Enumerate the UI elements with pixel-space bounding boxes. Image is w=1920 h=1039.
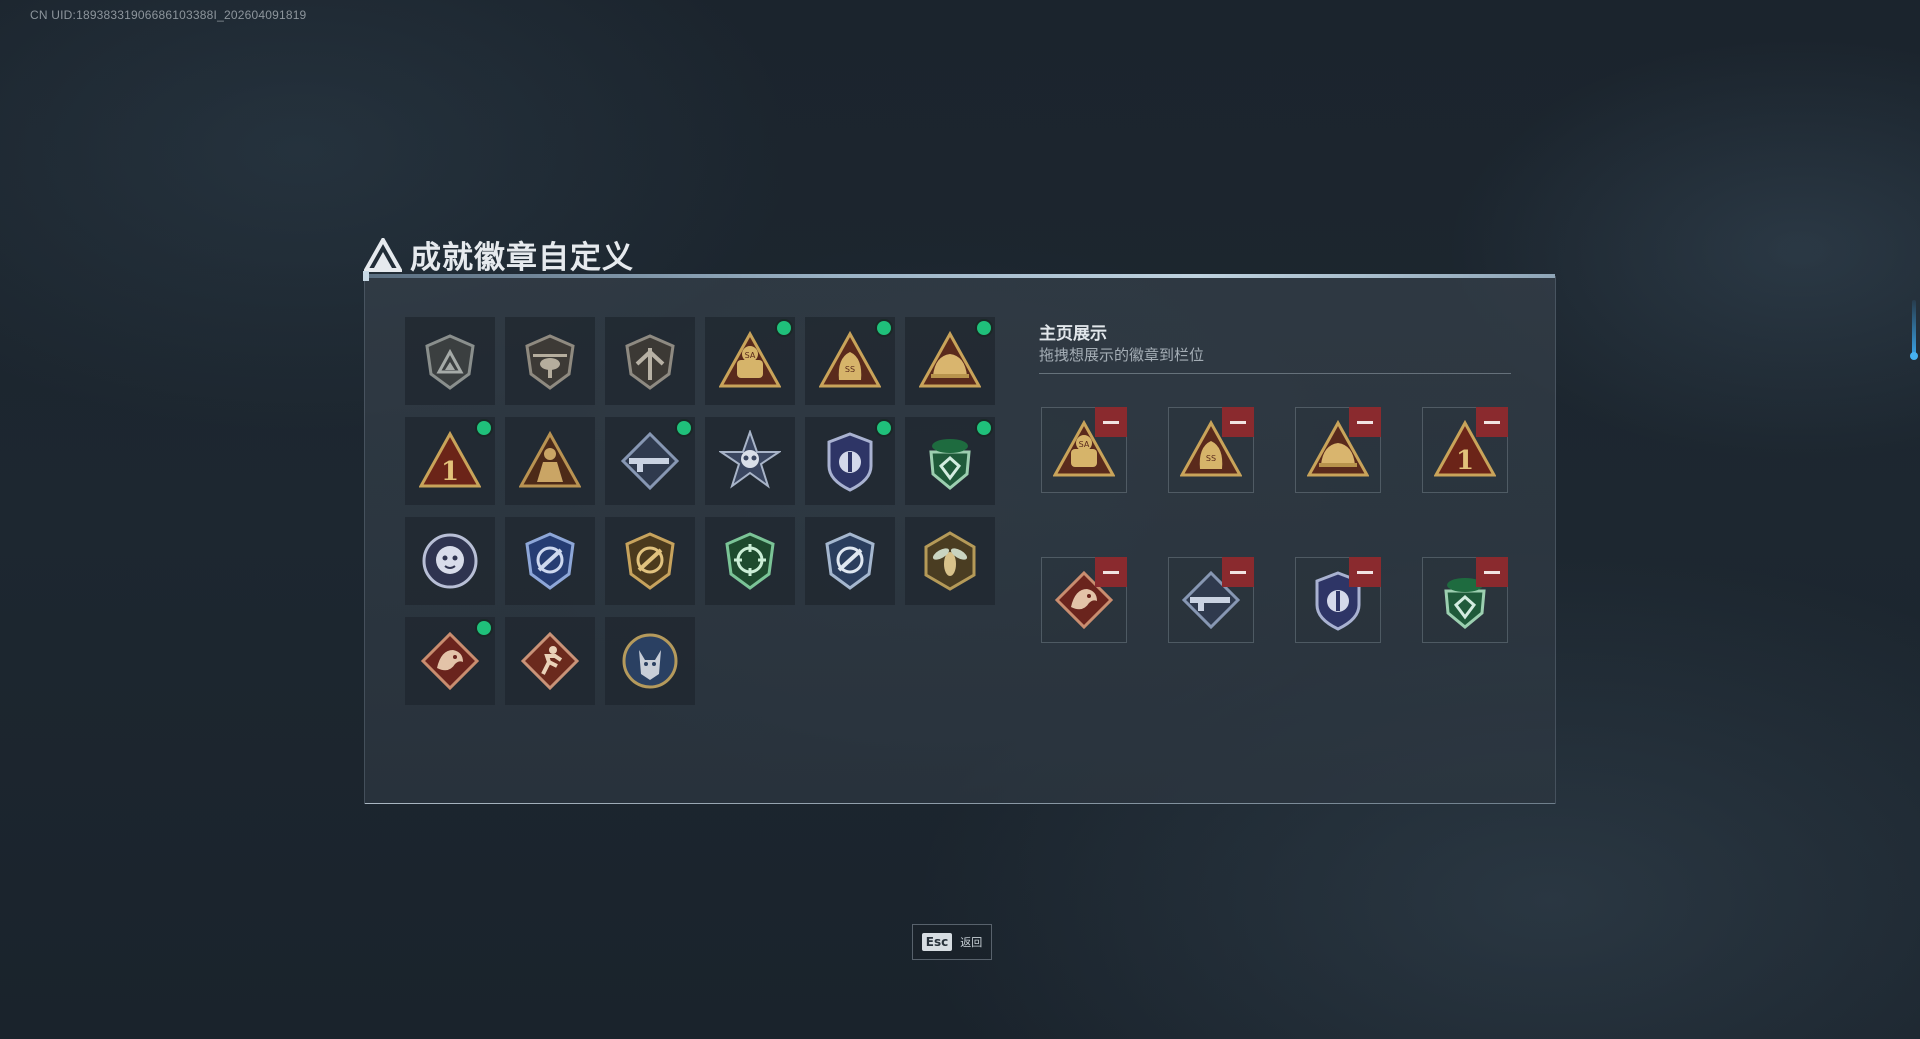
new-indicator-dot bbox=[677, 421, 691, 435]
new-indicator-dot bbox=[877, 321, 891, 335]
panel-bottom-line bbox=[365, 803, 1555, 804]
skull-star-badge-icon bbox=[719, 430, 781, 489]
showcase-slot-grid: SA SS 1 bbox=[1041, 407, 1508, 643]
badge-slot[interactable] bbox=[405, 317, 495, 405]
shield-triangle-emblem-icon bbox=[425, 334, 475, 390]
badge-slot[interactable] bbox=[505, 617, 595, 705]
showcase-slot[interactable]: 1 bbox=[1422, 407, 1508, 493]
new-indicator-dot bbox=[477, 421, 491, 435]
uid-label: CN UID:18938331906686103388I_20260409181… bbox=[30, 8, 307, 22]
badge-slot[interactable] bbox=[605, 617, 695, 705]
showcase-slot[interactable] bbox=[1422, 557, 1508, 643]
shield-helicopter-emblem-icon bbox=[525, 334, 575, 390]
helmet-triangle-badge-icon bbox=[919, 330, 981, 388]
svg-text:1: 1 bbox=[441, 457, 459, 487]
remove-badge-button[interactable] bbox=[1095, 557, 1127, 587]
esc-key-icon: Esc bbox=[921, 933, 953, 951]
showcase-divider bbox=[1039, 373, 1511, 374]
new-indicator-dot bbox=[777, 321, 791, 335]
badge-slot[interactable] bbox=[805, 417, 895, 505]
crosshair-silver-shield-icon bbox=[825, 532, 875, 590]
shield-winged-emblem-icon bbox=[625, 334, 675, 390]
showcase-subtitle: 拖拽想展示的徽章到栏位 bbox=[1039, 346, 1205, 364]
badge-slot[interactable] bbox=[905, 517, 995, 605]
wolf-circle-badge-icon bbox=[622, 633, 678, 689]
showcase-slot[interactable] bbox=[1295, 407, 1381, 493]
badge-slot[interactable] bbox=[705, 417, 795, 505]
crosshair-blue-shield-icon bbox=[525, 532, 575, 590]
wasp-hexagon-badge-icon bbox=[924, 531, 976, 591]
badge-slot[interactable] bbox=[905, 417, 995, 505]
dragon-diamond-badge-icon bbox=[420, 631, 480, 691]
crosshair-gold-shield-icon bbox=[625, 532, 675, 590]
badge-slot[interactable] bbox=[505, 517, 595, 605]
new-indicator-dot bbox=[977, 321, 991, 335]
minus-icon bbox=[1230, 420, 1246, 424]
badge-slot[interactable] bbox=[605, 317, 695, 405]
showcase-slot[interactable] bbox=[1168, 557, 1254, 643]
sa-bag-triangle-badge-icon: SA bbox=[719, 330, 781, 388]
soldier-triangle-badge-icon bbox=[519, 430, 581, 488]
remove-badge-button[interactable] bbox=[1222, 557, 1254, 587]
rifle-diamond-badge-icon bbox=[620, 431, 680, 491]
minus-icon bbox=[1357, 570, 1373, 574]
new-indicator-dot bbox=[977, 421, 991, 435]
badge-slot[interactable]: 1 bbox=[405, 417, 495, 505]
minus-icon bbox=[1230, 570, 1246, 574]
badge-panel: SA SS 1 主页展示 拖拽想展示的徽章到栏位 SA SS 1 bbox=[363, 271, 1556, 804]
showcase-slot[interactable]: SS bbox=[1168, 407, 1254, 493]
runner-diamond-badge-icon bbox=[520, 631, 580, 691]
page-header: 成就徽章自定义 bbox=[364, 232, 634, 277]
badge-slot[interactable] bbox=[905, 317, 995, 405]
new-indicator-dot bbox=[877, 421, 891, 435]
minus-icon bbox=[1103, 570, 1119, 574]
badge-slot[interactable]: SS bbox=[805, 317, 895, 405]
badge-slot[interactable] bbox=[605, 417, 695, 505]
back-button[interactable]: Esc 返回 bbox=[912, 924, 992, 960]
badge-slot[interactable] bbox=[605, 517, 695, 605]
delta-logo-icon bbox=[364, 237, 402, 272]
remove-badge-button[interactable] bbox=[1222, 407, 1254, 437]
svg-text:SA: SA bbox=[745, 351, 756, 360]
svg-text:SS: SS bbox=[845, 365, 855, 374]
scroll-indicator[interactable] bbox=[1910, 300, 1918, 360]
svg-text:SA: SA bbox=[1079, 440, 1090, 449]
showcase-slot[interactable] bbox=[1041, 557, 1127, 643]
badge-slot[interactable] bbox=[505, 317, 595, 405]
remove-badge-button[interactable] bbox=[1476, 557, 1508, 587]
page-title: 成就徽章自定义 bbox=[410, 240, 634, 276]
badge-slot[interactable] bbox=[805, 517, 895, 605]
badge-slot[interactable] bbox=[405, 617, 495, 705]
badge-slot[interactable]: SA bbox=[705, 317, 795, 405]
beret-shield-badge-icon bbox=[929, 439, 971, 490]
minus-icon bbox=[1103, 420, 1119, 424]
minus-icon bbox=[1357, 420, 1373, 424]
remove-badge-button[interactable] bbox=[1095, 407, 1127, 437]
back-label: 返回 bbox=[960, 936, 983, 949]
showcase-slot[interactable] bbox=[1295, 557, 1381, 643]
panel-top-bar bbox=[363, 271, 1555, 281]
ss-bag-triangle-badge-icon: SS bbox=[819, 330, 881, 388]
minus-icon bbox=[1484, 420, 1500, 424]
new-indicator-dot bbox=[477, 621, 491, 635]
badge-slot[interactable] bbox=[505, 417, 595, 505]
remove-badge-button[interactable] bbox=[1349, 407, 1381, 437]
remove-badge-button[interactable] bbox=[1476, 407, 1508, 437]
svg-text:SS: SS bbox=[1206, 454, 1216, 463]
showcase-slot[interactable]: SA bbox=[1041, 407, 1127, 493]
badge-slot[interactable] bbox=[405, 517, 495, 605]
tiger-head-badge-icon bbox=[422, 533, 478, 589]
badge-collection-grid: SA SS 1 bbox=[405, 317, 995, 705]
showcase-title: 主页展示 bbox=[1039, 324, 1107, 344]
police-crest-badge-icon bbox=[827, 432, 873, 492]
crosshair-green-shield-icon bbox=[725, 532, 775, 590]
svg-text:1: 1 bbox=[1456, 446, 1474, 476]
minus-icon bbox=[1484, 570, 1500, 574]
remove-badge-button[interactable] bbox=[1349, 557, 1381, 587]
number-one-triangle-badge-icon: 1 bbox=[419, 430, 481, 488]
badge-slot[interactable] bbox=[705, 517, 795, 605]
